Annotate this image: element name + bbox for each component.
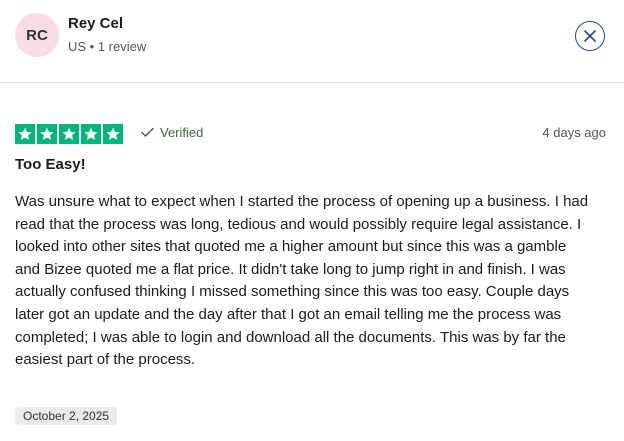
review-posted-ago: 4 days ago — [542, 125, 606, 140]
reviewer-meta: US • 1 review — [68, 39, 147, 54]
star-icon — [103, 124, 123, 144]
star-icon — [15, 124, 35, 144]
verified-label: Verified — [160, 125, 204, 140]
star-rating — [15, 124, 123, 144]
experience-date-badge: October 2, 2025 — [15, 407, 118, 425]
reviewer-header: RC Rey Cel US • 1 review — [0, 0, 624, 83]
reviewer-name[interactable]: Rey Cel — [68, 15, 123, 32]
star-icon — [59, 124, 79, 144]
avatar[interactable]: RC — [15, 13, 59, 57]
verified-badge[interactable]: Verified — [141, 125, 203, 140]
close-icon — [584, 30, 596, 42]
star-icon — [81, 124, 101, 144]
close-button[interactable] — [575, 21, 605, 51]
review-body: Was unsure what to expect when I started… — [15, 193, 589, 369]
review-title: Too Easy! — [15, 156, 86, 173]
star-icon — [37, 124, 57, 144]
checkmark-icon — [141, 127, 154, 137]
